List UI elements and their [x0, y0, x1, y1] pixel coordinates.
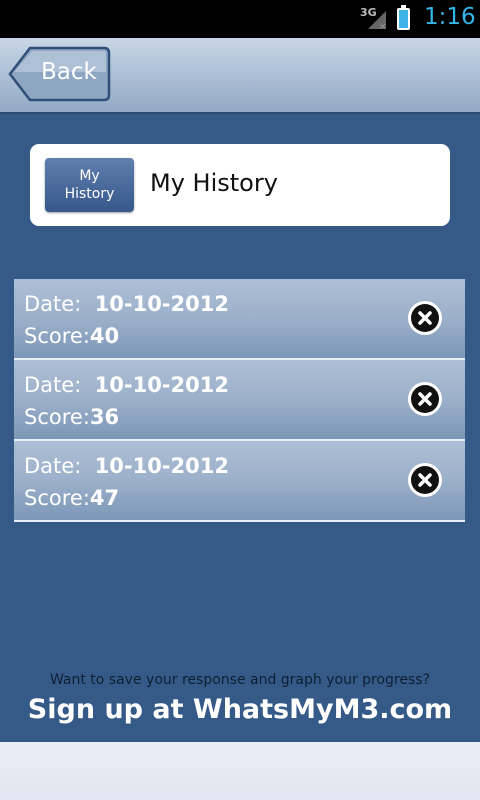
row-date: Date: 10-10-2012 — [24, 373, 229, 397]
badge-line1: My — [79, 168, 100, 184]
clock: 1:16 — [424, 4, 476, 30]
battery-icon — [397, 5, 410, 30]
page-title: My History — [150, 169, 278, 197]
signup-link[interactable]: Sign up at WhatsMyM3.com — [0, 694, 480, 725]
row-score: Score:36 — [24, 405, 120, 429]
bottom-bar — [0, 742, 480, 800]
delete-icon[interactable] — [408, 382, 442, 416]
history-row[interactable]: Date: 10-10-2012 Score:47 — [14, 441, 465, 522]
history-row[interactable]: Date: 10-10-2012 Score:36 — [14, 360, 465, 441]
back-label: Back — [41, 59, 97, 85]
delete-icon[interactable] — [408, 463, 442, 497]
back-button[interactable]: Back — [8, 46, 111, 102]
status-bar: 3G × 1:16 — [0, 0, 480, 38]
row-score: Score:47 — [24, 486, 120, 510]
row-date: Date: 10-10-2012 — [24, 292, 229, 316]
promo-question: Want to save your response and graph you… — [49, 672, 431, 688]
history-list: Date: 10-10-2012 Score:40 Date: 10-10-20… — [14, 279, 465, 522]
my-history-badge: My History — [45, 158, 134, 212]
title-card: My History My History — [30, 144, 450, 226]
delete-icon[interactable] — [408, 301, 442, 335]
history-row[interactable]: Date: 10-10-2012 Score:40 — [14, 279, 465, 360]
header-bar: Back — [0, 38, 480, 114]
svg-text:×: × — [379, 22, 387, 31]
row-date: Date: 10-10-2012 — [24, 454, 229, 478]
row-score: Score:40 — [24, 324, 120, 348]
signal-icon: × — [368, 11, 387, 31]
badge-line2: History — [64, 186, 115, 202]
